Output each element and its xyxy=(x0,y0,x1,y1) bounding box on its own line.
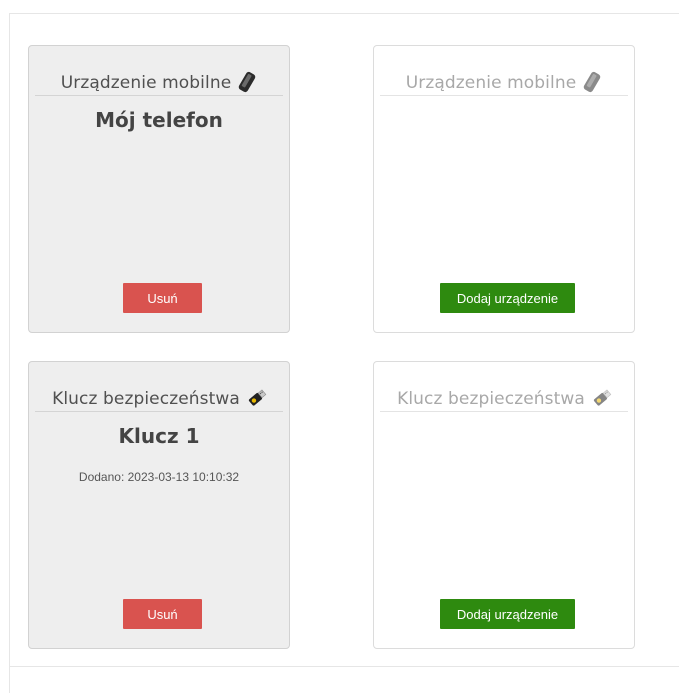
security-key-card: Klucz bezpieczeństwa Klucz 1 Dodano: 202… xyxy=(28,361,290,649)
phone-icon xyxy=(237,71,257,93)
add-key-button[interactable]: Dodaj urządzenie xyxy=(440,599,575,629)
mobile-device-card: Urządzenie mobilne Mój telefon Usuń xyxy=(28,45,290,333)
bottom-divider xyxy=(10,666,679,667)
added-date: Dodano: 2023-03-13 10:10:32 xyxy=(78,470,240,484)
remove-key-button[interactable]: Usuń xyxy=(123,599,202,629)
card-header: Klucz bezpieczeństwa xyxy=(35,378,283,412)
security-key-empty-card: Klucz bezpieczeństwa Dodaj urządzenie xyxy=(373,361,635,649)
card-type-label: Urządzenie mobilne xyxy=(60,73,232,93)
phone-icon xyxy=(582,71,602,93)
device-name: Mój telefon xyxy=(95,108,223,132)
add-device-button[interactable]: Dodaj urządzenie xyxy=(440,283,575,313)
card-header: Urządzenie mobilne xyxy=(380,62,628,96)
card-header: Klucz bezpieczeństwa xyxy=(380,378,628,412)
card-type-label: Klucz bezpieczeństwa xyxy=(397,389,585,409)
usb-key-icon xyxy=(591,387,612,409)
usb-key-icon xyxy=(246,387,267,409)
remove-device-button[interactable]: Usuń xyxy=(123,283,202,313)
mobile-device-empty-card: Urządzenie mobilne Dodaj urządzenie xyxy=(373,45,635,333)
card-type-label: Klucz bezpieczeństwa xyxy=(52,389,240,409)
card-header: Urządzenie mobilne xyxy=(35,62,283,96)
device-name: Klucz 1 xyxy=(118,424,200,448)
card-type-label: Urządzenie mobilne xyxy=(405,73,577,93)
